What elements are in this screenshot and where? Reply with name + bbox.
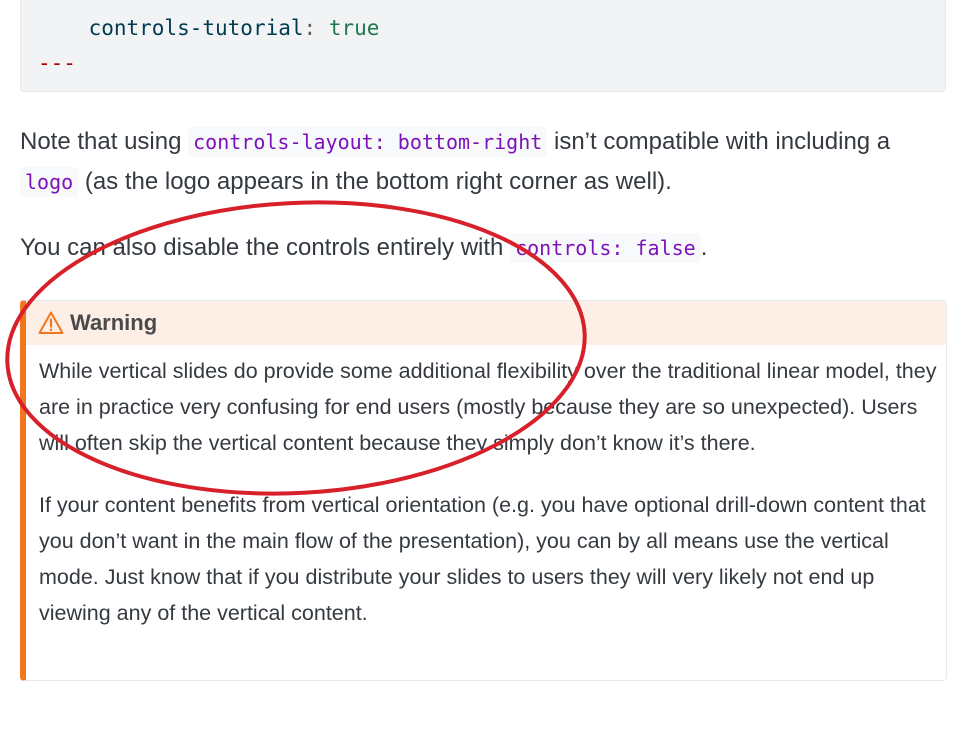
paragraph-text: Note that using [20,128,189,155]
code-line-controls-tutorial: controls-tutorial: true [38,16,380,40]
inline-code-controls-layout: controls-layout: bottom-right [188,127,548,157]
warning-triangle-icon [38,311,64,334]
callout-paragraph: If your content benefits from vertical o… [39,493,926,625]
inline-code-logo: logo [20,167,79,197]
callout-body: While vertical slides do provide some ad… [39,353,939,657]
inline-code-controls-false: controls: false [510,233,701,263]
callout-title: Warning [70,310,158,335]
paragraph-text: You can also disable the controls entire… [20,234,511,261]
paragraph-disable-controls: You can also disable the controls entire… [20,228,950,268]
paragraph-text: (as the logo appears in the bottom right… [78,168,672,195]
paragraph-text: isn’t compatible with including a [547,128,891,155]
paragraph-text: . [700,234,708,261]
code-value: true [328,16,380,40]
warning-callout: Warning While vertical slides do provide… [20,300,947,681]
callout-header: Warning [26,301,946,345]
code-block: controls-tutorial: true --- [20,0,946,92]
callout-paragraph: While vertical slides do provide some ad… [39,359,937,455]
code-end-marker: --- [38,51,76,75]
paragraph-controls-layout-note: Note that using controls-layout: bottom-… [20,122,950,202]
code-colon: : [303,16,317,40]
code-key: controls-tutorial [88,16,304,40]
